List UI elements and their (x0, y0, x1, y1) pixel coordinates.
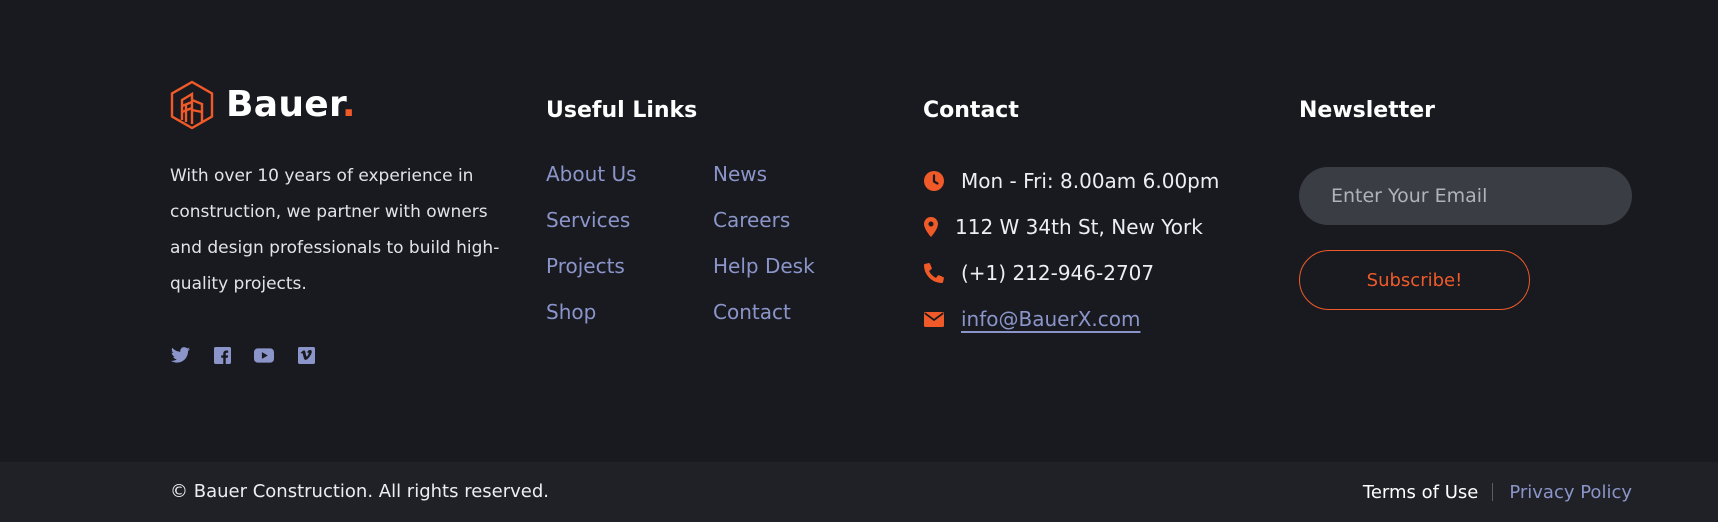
envelope-icon (923, 308, 945, 330)
building-hexagon-icon (170, 80, 214, 130)
terms-of-use-link[interactable]: Terms of Use (1363, 482, 1492, 503)
newsletter-email-input[interactable] (1299, 167, 1632, 225)
contact-hours-text: Mon - Fri: 8.00am 6.00pm (961, 169, 1220, 193)
contact-phone: (+1) 212-946-2707 (923, 250, 1219, 296)
link-shop[interactable]: Shop (546, 296, 637, 342)
vimeo-icon[interactable] (296, 346, 316, 364)
clock-icon (923, 170, 945, 192)
privacy-policy-link[interactable]: Privacy Policy (1493, 482, 1632, 503)
about-text: With over 10 years of experience in cons… (170, 166, 500, 294)
brand-name: Bauer. (226, 87, 356, 123)
footer-main: Bauer. With over 10 years of experience … (0, 0, 1718, 462)
legal-links: Terms of Use Privacy Policy (1363, 462, 1632, 522)
contact-address: 112 W 34th St, New York (923, 204, 1219, 250)
contact-list: Mon - Fri: 8.00am 6.00pm 112 W 34th St, … (923, 158, 1219, 342)
link-about-us[interactable]: About Us (546, 158, 637, 204)
phone-icon (923, 262, 945, 284)
contact-address-text: 112 W 34th St, New York (955, 215, 1203, 239)
twitter-icon[interactable] (170, 346, 190, 364)
link-projects[interactable]: Projects (546, 250, 637, 296)
map-pin-icon (923, 216, 939, 238)
copyright-text: © Bauer Construction. All rights reserve… (170, 481, 549, 502)
useful-links-column-a: About Us Services Projects Shop (546, 158, 637, 342)
link-contact[interactable]: Contact (713, 296, 815, 342)
contact-title: Contact (923, 98, 1019, 123)
link-services[interactable]: Services (546, 204, 637, 250)
newsletter-title: Newsletter (1299, 98, 1436, 123)
footer-bottom-bar: © Bauer Construction. All rights reserve… (0, 462, 1718, 522)
youtube-icon[interactable] (254, 346, 274, 364)
link-news[interactable]: News (713, 158, 815, 204)
link-help-desk[interactable]: Help Desk (713, 250, 815, 296)
brand-name-text: Bauer (226, 84, 342, 125)
useful-links-title: Useful Links (546, 98, 698, 123)
brand-dot: . (341, 84, 356, 125)
contact-email-link[interactable]: info@BauerX.com (961, 303, 1140, 335)
contact-phone-text[interactable]: (+1) 212-946-2707 (961, 257, 1154, 289)
subscribe-button[interactable]: Subscribe! (1299, 250, 1530, 310)
useful-links-column-b: News Careers Help Desk Contact (713, 158, 815, 342)
link-careers[interactable]: Careers (713, 204, 815, 250)
contact-email: info@BauerX.com (923, 296, 1219, 342)
contact-hours: Mon - Fri: 8.00am 6.00pm (923, 158, 1219, 204)
brand-logo[interactable]: Bauer. (170, 80, 356, 130)
social-links (170, 346, 316, 364)
facebook-icon[interactable] (212, 346, 232, 364)
